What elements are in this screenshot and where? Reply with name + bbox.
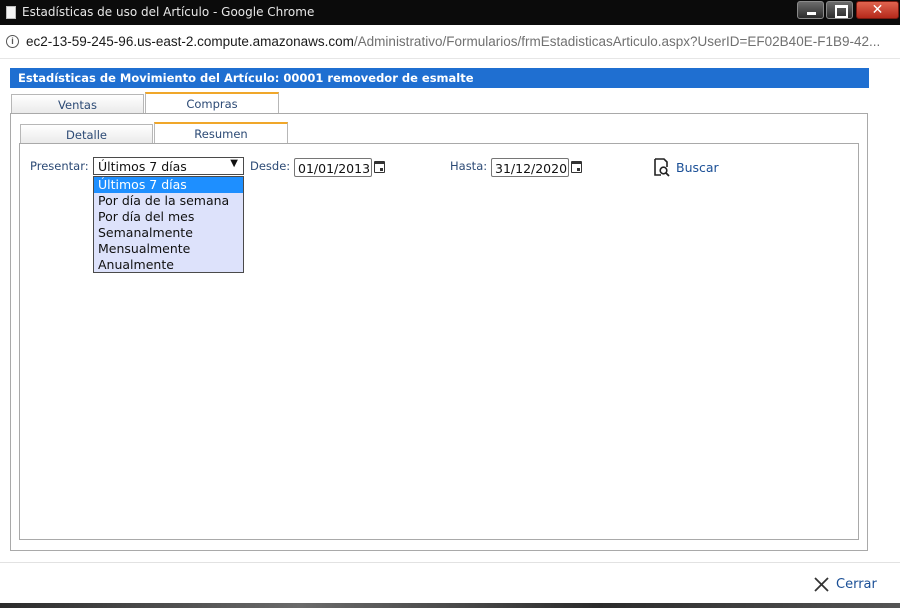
- footer-divider: [0, 562, 900, 563]
- url-host: ec2-13-59-245-96.us-east-2.compute.amazo…: [26, 34, 354, 49]
- maximize-button[interactable]: [826, 1, 853, 19]
- close-icon[interactable]: [813, 576, 830, 593]
- url-text[interactable]: ec2-13-59-245-96.us-east-2.compute.amazo…: [26, 34, 880, 49]
- tab-compras[interactable]: Compras: [145, 92, 279, 114]
- app-document-icon: [6, 6, 16, 19]
- address-bar[interactable]: i ec2-13-59-245-96.us-east-2.compute.ama…: [0, 25, 900, 59]
- desde-label: Desde:: [250, 159, 291, 173]
- page-title: Estadísticas de Movimiento del Artículo:…: [10, 68, 869, 88]
- window-close-button[interactable]: ✕: [856, 1, 899, 19]
- window-title: Estadísticas de uso del Artículo - Googl…: [22, 5, 315, 19]
- window-titlebar: Estadísticas de uso del Artículo - Googl…: [0, 0, 900, 25]
- dropdown-option[interactable]: Por día del mes: [94, 209, 243, 225]
- buscar-button[interactable]: Buscar: [676, 160, 719, 175]
- info-icon[interactable]: i: [6, 35, 19, 48]
- search-document-icon[interactable]: [653, 158, 670, 177]
- tab-ventas[interactable]: Ventas: [11, 94, 144, 114]
- tab-resumen[interactable]: Resumen: [154, 122, 288, 144]
- hasta-label: Hasta:: [450, 159, 488, 173]
- hasta-date-input[interactable]: 31/12/2020: [491, 158, 569, 177]
- desde-date-input[interactable]: 01/01/2013: [294, 158, 372, 177]
- presentar-label: Presentar:: [30, 159, 89, 173]
- dropdown-option[interactable]: Mensualmente: [94, 241, 243, 257]
- dropdown-option[interactable]: Semanalmente: [94, 225, 243, 241]
- presentar-dropdown-list: Últimos 7 días Por día de la semana Por …: [93, 176, 244, 273]
- taskbar-strip: [0, 603, 900, 608]
- tab-detalle[interactable]: Detalle: [20, 124, 153, 144]
- cerrar-button[interactable]: Cerrar: [836, 577, 877, 592]
- chevron-down-icon: ▼: [230, 158, 238, 169]
- dropdown-option[interactable]: Anualmente: [94, 257, 243, 273]
- dropdown-option[interactable]: Por día de la semana: [94, 193, 243, 209]
- close-glyph-icon: ✕: [871, 1, 884, 17]
- url-path: /Administrativo/Formularios/frmEstadisti…: [353, 34, 881, 49]
- calendar-icon[interactable]: [571, 161, 582, 173]
- presentar-selected-value: Últimos 7 días: [98, 159, 187, 174]
- presentar-select[interactable]: Últimos 7 días ▼: [93, 157, 244, 175]
- calendar-icon[interactable]: [374, 161, 385, 173]
- minimize-button[interactable]: [797, 1, 824, 19]
- dropdown-option[interactable]: Últimos 7 días: [94, 177, 243, 193]
